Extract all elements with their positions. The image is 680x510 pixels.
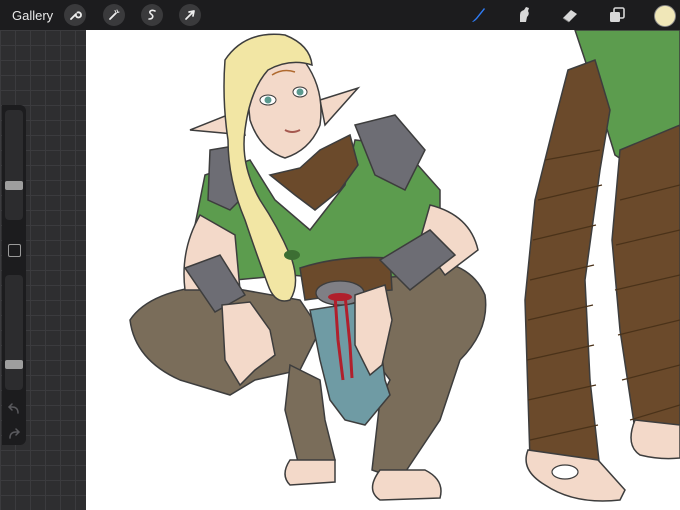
eraser-tool-button[interactable]	[559, 4, 581, 26]
undo-button[interactable]	[7, 402, 21, 414]
gallery-button[interactable]: Gallery	[12, 8, 53, 23]
drawing-canvas[interactable]	[86, 30, 680, 510]
layers-button[interactable]	[606, 4, 628, 26]
modify-square-button[interactable]	[8, 244, 21, 257]
actions-wrench-icon[interactable]	[64, 4, 86, 26]
top-toolbar: Gallery	[0, 0, 680, 30]
standing-figure	[524, 30, 680, 502]
layers-icon	[610, 7, 625, 22]
elf-artwork	[129, 30, 680, 502]
transform-tool-icon[interactable]	[179, 4, 201, 26]
squatting-elf	[129, 33, 487, 501]
left-sidebar	[2, 105, 26, 445]
redo-icon	[9, 428, 21, 439]
smudge-icon	[520, 7, 529, 22]
brush-size-knob[interactable]	[5, 181, 23, 190]
opacity-slider[interactable]	[5, 275, 23, 390]
brush-icon	[472, 8, 485, 22]
opacity-knob[interactable]	[5, 360, 23, 369]
adjustments-magic-wand-icon[interactable]	[103, 4, 125, 26]
redo-button[interactable]	[7, 427, 21, 439]
smudge-tool-button[interactable]	[513, 4, 535, 26]
selection-icon	[148, 9, 156, 20]
magic-wand-icon	[109, 9, 120, 20]
transform-arrow-icon	[185, 10, 195, 20]
color-swatch-button[interactable]	[654, 5, 676, 27]
eraser-icon	[562, 10, 577, 23]
selection-tool-icon[interactable]	[141, 4, 163, 26]
brush-size-slider[interactable]	[5, 110, 23, 220]
undo-icon	[7, 403, 19, 414]
brush-tool-button[interactable]	[467, 4, 489, 26]
wrench-icon	[70, 11, 82, 20]
